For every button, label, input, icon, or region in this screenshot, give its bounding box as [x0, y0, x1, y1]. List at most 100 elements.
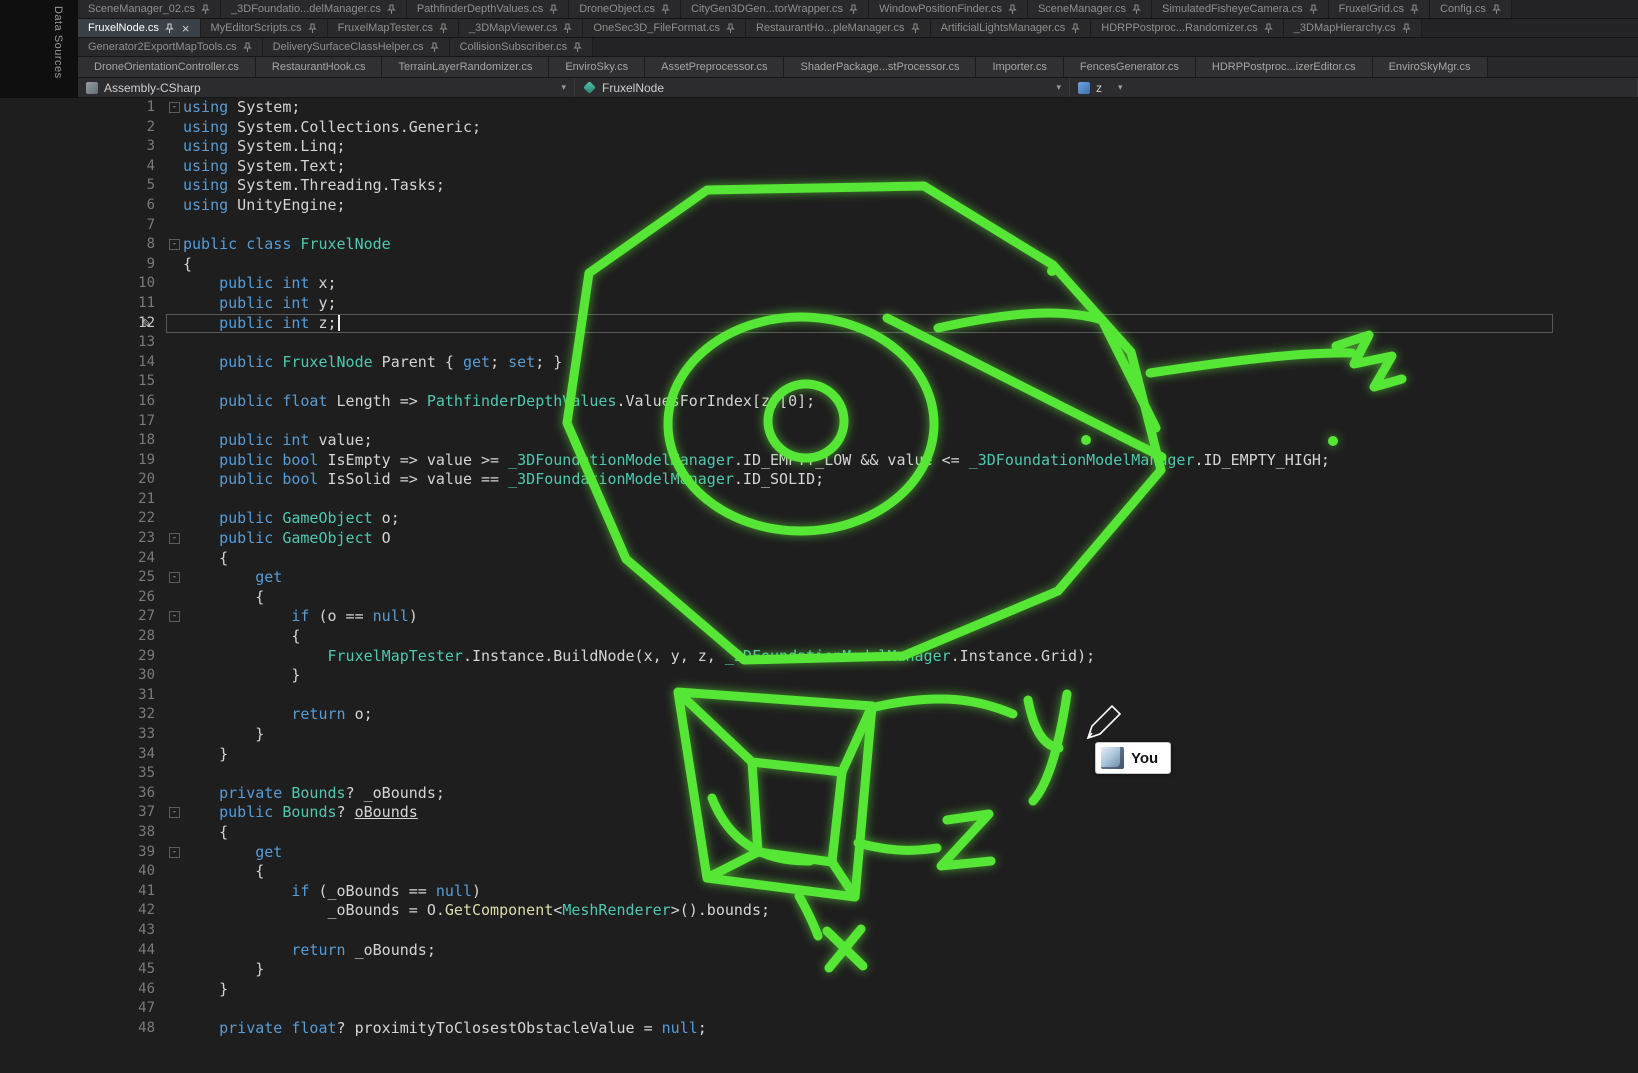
- pin-icon[interactable]: [549, 4, 558, 15]
- editor-tab[interactable]: FencesGenerator.cs: [1064, 57, 1196, 77]
- fold-collapse-icon[interactable]: -: [169, 533, 180, 544]
- editor-tab[interactable]: HDRPPostproc...izerEditor.cs: [1196, 57, 1373, 77]
- pin-icon[interactable]: [1309, 4, 1318, 15]
- pin-icon[interactable]: [1410, 4, 1419, 15]
- code-line[interactable]: 11 public int y;: [0, 294, 1638, 314]
- code-line[interactable]: 44 return _oBounds;: [0, 941, 1638, 961]
- editor-tab[interactable]: EnviroSky.cs: [549, 57, 645, 77]
- code-line[interactable]: 39- get: [0, 843, 1638, 863]
- fold-collapse-icon[interactable]: -: [169, 102, 180, 113]
- editor-tab[interactable]: _3DFoundatio...delManager.cs: [221, 0, 407, 18]
- editor-tab[interactable]: FruxelMapTester.cs: [328, 19, 459, 37]
- code-line[interactable]: 37- public Bounds? oBounds: [0, 803, 1638, 823]
- code-line[interactable]: 24 {: [0, 549, 1638, 569]
- code-line[interactable]: 3using System.Linq;: [0, 137, 1638, 157]
- editor-tab[interactable]: FruxelNode.cs×: [78, 19, 201, 37]
- code-line[interactable]: 28 {: [0, 627, 1638, 647]
- editor-tab[interactable]: CollisionSubscriber.cs: [450, 38, 594, 56]
- code-line[interactable]: 10 public int x;: [0, 274, 1638, 294]
- editor-tab[interactable]: ArtificialLightsManager.cs: [931, 19, 1092, 37]
- pin-icon[interactable]: [439, 23, 448, 34]
- chevron-down-icon[interactable]: ▾: [1056, 82, 1061, 93]
- code-line[interactable]: 47: [0, 999, 1638, 1019]
- editor-tab[interactable]: AssetPreprocessor.cs: [645, 57, 784, 77]
- editor-tab[interactable]: EnviroSkyMgr.cs: [1373, 57, 1488, 77]
- editor-tab[interactable]: SimulatedFisheyeCamera.cs: [1152, 0, 1329, 18]
- pin-icon[interactable]: [911, 23, 920, 34]
- code-line[interactable]: 19 public bool IsEmpty => value >= _3DFo…: [0, 451, 1638, 471]
- code-line[interactable]: 14 public FruxelNode Parent { get; set; …: [0, 353, 1638, 373]
- editor-tab[interactable]: PathfinderDepthValues.cs: [407, 0, 569, 18]
- editor-tab[interactable]: DroneOrientationController.cs: [78, 57, 256, 77]
- project-dropdown[interactable]: Assembly-CSharp ▾: [78, 78, 575, 97]
- fold-collapse-icon[interactable]: -: [169, 572, 180, 583]
- code-line[interactable]: 41 if (_oBounds == null): [0, 882, 1638, 902]
- code-line[interactable]: 20 public bool IsSolid => value == _3DFo…: [0, 470, 1638, 490]
- editor-tab[interactable]: DeliverySurfaceClassHelper.cs: [263, 38, 450, 56]
- editor-tab[interactable]: ShaderPackage...stProcessor.cs: [784, 57, 976, 77]
- code-line[interactable]: 32 return o;: [0, 705, 1638, 725]
- pin-icon[interactable]: [201, 4, 210, 15]
- fold-collapse-icon[interactable]: -: [169, 807, 180, 818]
- editor-tab[interactable]: HDRPPostproc...Randomizer.cs: [1091, 19, 1284, 37]
- code-line[interactable]: 1-using System;: [0, 98, 1638, 118]
- pin-icon[interactable]: [563, 23, 572, 34]
- editor-tab[interactable]: Config.cs: [1430, 0, 1512, 18]
- code-line[interactable]: 40 {: [0, 862, 1638, 882]
- editor-tab[interactable]: _3DMapViewer.cs: [459, 19, 583, 37]
- editor-tab[interactable]: OneSec3D_FileFormat.cs: [583, 19, 746, 37]
- editor-tab[interactable]: MyEditorScripts.cs: [201, 19, 328, 37]
- pin-icon[interactable]: [1492, 4, 1501, 15]
- code-line[interactable]: 31: [0, 686, 1638, 706]
- editor-tab[interactable]: CityGen3DGen...torWrapper.cs: [681, 0, 869, 18]
- code-line[interactable]: 45 }: [0, 960, 1638, 980]
- editor-tab[interactable]: DroneObject.cs: [569, 0, 681, 18]
- pin-icon[interactable]: [1071, 23, 1080, 34]
- code-line[interactable]: 34 }: [0, 745, 1638, 765]
- code-line[interactable]: 7: [0, 216, 1638, 236]
- code-line[interactable]: 8-public class FruxelNode: [0, 235, 1638, 255]
- code-line[interactable]: 16 public float Length => PathfinderDept…: [0, 392, 1638, 412]
- code-line[interactable]: 5using System.Threading.Tasks;: [0, 176, 1638, 196]
- code-line[interactable]: 38 {: [0, 823, 1638, 843]
- pin-icon[interactable]: [1132, 4, 1141, 15]
- member-dropdown[interactable]: z ▾: [1070, 78, 1638, 97]
- code-line[interactable]: 26 {: [0, 588, 1638, 608]
- editor-tab[interactable]: _3DMapHierarchy.cs: [1284, 19, 1422, 37]
- pin-icon[interactable]: [165, 23, 174, 34]
- chevron-down-icon[interactable]: ▾: [561, 82, 566, 93]
- pin-icon[interactable]: [726, 23, 735, 34]
- code-line[interactable]: 43: [0, 921, 1638, 941]
- code-line[interactable]: 15: [0, 372, 1638, 392]
- code-line[interactable]: 9{: [0, 255, 1638, 275]
- code-line[interactable]: 2using System.Collections.Generic;: [0, 118, 1638, 138]
- pin-icon[interactable]: [1008, 4, 1017, 15]
- fold-collapse-icon[interactable]: -: [169, 847, 180, 858]
- code-line[interactable]: 33 }: [0, 725, 1638, 745]
- close-icon[interactable]: ×: [180, 22, 190, 35]
- code-line[interactable]: 21: [0, 490, 1638, 510]
- editor-tab[interactable]: WindowPositionFinder.cs: [869, 0, 1028, 18]
- code-line[interactable]: 17: [0, 412, 1638, 432]
- code-editor[interactable]: 1-using System;2using System.Collections…: [0, 98, 1638, 1073]
- code-line[interactable]: 30 }: [0, 666, 1638, 686]
- pin-icon[interactable]: [661, 4, 670, 15]
- pin-icon[interactable]: [243, 42, 252, 53]
- fold-collapse-icon[interactable]: -: [169, 611, 180, 622]
- code-line[interactable]: 13: [0, 333, 1638, 353]
- code-line[interactable]: 23- public GameObject O: [0, 529, 1638, 549]
- code-line[interactable]: 6using UnityEngine;: [0, 196, 1638, 216]
- editor-tab[interactable]: RestaurantHook.cs: [256, 57, 383, 77]
- editor-tab[interactable]: Importer.cs: [976, 57, 1063, 77]
- editor-tab[interactable]: Generator2ExportMapTools.cs: [78, 38, 263, 56]
- pin-icon[interactable]: [1402, 23, 1411, 34]
- pin-icon[interactable]: [430, 42, 439, 53]
- code-line[interactable]: 12✎ public int z;: [0, 314, 1638, 334]
- pin-icon[interactable]: [1264, 23, 1273, 34]
- editor-tab[interactable]: TerrainLayerRandomizer.cs: [382, 57, 549, 77]
- code-line[interactable]: 27- if (o == null): [0, 607, 1638, 627]
- fold-collapse-icon[interactable]: -: [169, 239, 180, 250]
- type-dropdown[interactable]: FruxelNode ▾: [575, 78, 1070, 97]
- editor-tab[interactable]: FruxelGrid.cs: [1329, 0, 1430, 18]
- pin-icon[interactable]: [573, 42, 582, 53]
